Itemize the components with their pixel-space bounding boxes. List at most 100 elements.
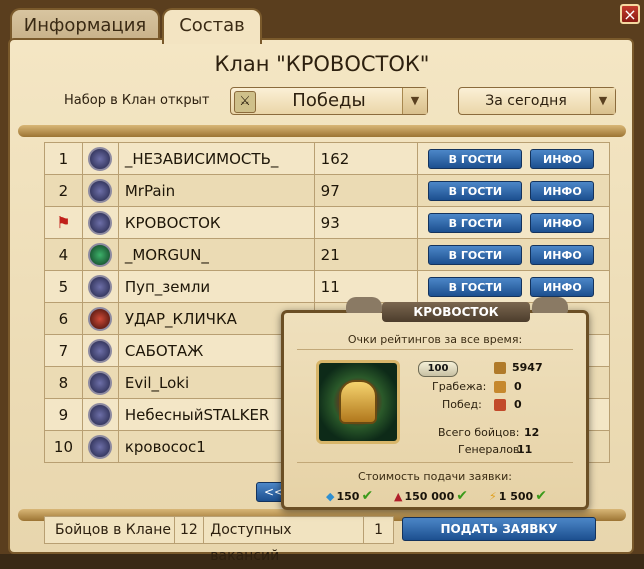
rank-cell: 2 xyxy=(44,174,83,207)
divider xyxy=(297,462,573,463)
clan-footer: Бойцов в Клане 12 Доступных вакансий 1 xyxy=(44,516,394,564)
check-icon: ✔ xyxy=(456,488,468,504)
table-row: ⚑ КРОВОСТОК 93 В ГОСТИ ИНФО xyxy=(44,206,610,239)
actions-cell: В ГОСТИ ИНФО xyxy=(417,174,610,207)
rank-cell: 9 xyxy=(44,398,83,431)
clan-emblem-icon xyxy=(88,402,113,427)
cost-label: Стоимость подачи заявки: xyxy=(357,470,513,483)
loot-icon xyxy=(494,381,506,393)
emblem-cell xyxy=(81,398,119,431)
criterion-value: Победы xyxy=(292,90,366,111)
info-button[interactable]: ИНФО xyxy=(530,148,595,169)
visit-button[interactable]: В ГОСТИ xyxy=(428,276,523,297)
rank: 8 xyxy=(58,373,69,392)
info-button[interactable]: ИНФО xyxy=(530,276,595,297)
tab-members[interactable]: Состав xyxy=(162,8,262,44)
table-row: 4 _MORGUN_ 21 В ГОСТИ ИНФО xyxy=(44,238,610,271)
visit-button[interactable]: В ГОСТИ xyxy=(428,148,523,169)
actions-cell: В ГОСТИ ИНФО xyxy=(417,142,610,175)
chevron-down-icon[interactable]: ▼ xyxy=(402,88,427,114)
cost-crystals-value: 150 xyxy=(336,489,360,503)
criterion-dropdown[interactable]: ⚔ Победы ▼ xyxy=(230,87,428,115)
table-row: 2 MrPain 97 В ГОСТИ ИНФО xyxy=(44,174,610,207)
vacancies-label: Доступных вакансий xyxy=(203,517,363,564)
clan-name: _MORGUN_ xyxy=(117,238,315,271)
emblem-cell xyxy=(81,302,119,335)
wins-value: 0 xyxy=(514,398,522,411)
visit-button[interactable]: В ГОСТИ xyxy=(428,180,523,201)
info-button[interactable]: ИНФО xyxy=(530,180,595,201)
chevron-down-icon[interactable]: ▼ xyxy=(590,88,615,114)
check-icon: ✔ xyxy=(361,488,374,504)
emblem-cell xyxy=(81,206,119,239)
emblem-cell xyxy=(81,270,119,303)
popup-title: КРОВОСТОК xyxy=(382,302,530,322)
clan-name: MrPain xyxy=(117,174,315,207)
clan-emblem-icon xyxy=(88,434,113,459)
clan-emblem-icon xyxy=(88,210,113,235)
page-title: Клан "КРОВОСТОК" xyxy=(214,52,430,76)
actions-cell: В ГОСТИ ИНФО xyxy=(417,270,610,303)
cost-energy: ⚡ 1 500 ✔ xyxy=(489,488,547,504)
robbery-value: 0 xyxy=(514,380,522,393)
close-icon[interactable]: × xyxy=(620,4,640,24)
divider xyxy=(297,349,573,350)
cost-energy-value: 1 500 xyxy=(498,489,534,503)
generals-value: 11 xyxy=(517,443,533,456)
clan-emblem-icon xyxy=(316,360,400,444)
clan-name: КРОВОСТОК xyxy=(117,206,315,239)
table-row: 5 Пуп_земли 11 В ГОСТИ ИНФО xyxy=(44,270,610,303)
table-row: 1 _НЕЗАВИСИМОСТЬ_ 162 В ГОСТИ ИНФО xyxy=(44,142,610,175)
robbery-label: Грабежа: xyxy=(432,380,487,393)
check-icon: ✔ xyxy=(535,488,547,504)
clan-name: _НЕЗАВИСИМОСТЬ_ xyxy=(117,142,315,175)
rank-cell: 8 xyxy=(44,366,83,399)
rating-label: Очки рейтингов за все время: xyxy=(347,333,523,346)
generals-label: Генералов: xyxy=(458,443,524,456)
visit-button[interactable]: В ГОСТИ xyxy=(428,212,523,233)
lightning-icon: ⚡ xyxy=(489,489,497,503)
period-dropdown[interactable]: За сегодня ▼ xyxy=(458,87,616,115)
emblem-cell xyxy=(81,174,119,207)
rank: 6 xyxy=(58,309,69,328)
emblem-cell xyxy=(81,430,119,463)
wins-label: Побед: xyxy=(442,398,482,411)
vacancies-count: 1 xyxy=(363,517,393,543)
total-fighters-value: 12 xyxy=(524,426,540,439)
clan-emblem-icon xyxy=(88,306,113,331)
emblem-cell xyxy=(81,366,119,399)
scroll-ornament-top xyxy=(18,125,626,137)
visit-button[interactable]: В ГОСТИ xyxy=(428,244,523,265)
emblem-cell xyxy=(81,142,119,175)
score: 93 xyxy=(313,206,419,239)
actions-cell: В ГОСТИ ИНФО xyxy=(417,206,610,239)
flag-icon: ⚑ xyxy=(56,213,71,232)
score: 21 xyxy=(313,238,419,271)
rank-cell: 7 xyxy=(44,334,83,367)
clan-emblem-icon xyxy=(88,146,113,171)
apply-button[interactable]: ПОДАТЬ ЗАЯВКУ xyxy=(402,517,596,541)
swords-icon: ⚔ xyxy=(234,91,256,113)
period-value: За сегодня xyxy=(485,93,567,109)
clan-emblem-icon xyxy=(88,242,113,267)
trophy-icon xyxy=(494,399,506,411)
clan-name: Пуп_земли xyxy=(117,270,315,303)
rank-cell: ⚑ xyxy=(44,206,83,239)
info-button[interactable]: ИНФО xyxy=(530,212,595,233)
tab-info[interactable]: Информация xyxy=(10,8,160,42)
wing-ornament-icon xyxy=(532,297,568,313)
rank: 1 xyxy=(58,149,69,168)
clan-emblem-icon xyxy=(88,178,113,203)
tower-icon xyxy=(494,362,506,374)
cost-blood-value: 150 000 xyxy=(404,489,455,503)
rank: 7 xyxy=(58,341,69,360)
actions-cell: В ГОСТИ ИНФО xyxy=(417,238,610,271)
info-button[interactable]: ИНФО xyxy=(530,244,595,265)
wing-ornament-icon xyxy=(346,297,382,313)
fighters-label: Бойцов в Клане xyxy=(55,522,171,538)
rank: 10 xyxy=(53,437,73,456)
rank-cell: 1 xyxy=(44,142,83,175)
score: 162 xyxy=(313,142,419,175)
rank-cell: 5 xyxy=(44,270,83,303)
cost-crystals: ◆ 150 ✔ xyxy=(326,488,373,504)
